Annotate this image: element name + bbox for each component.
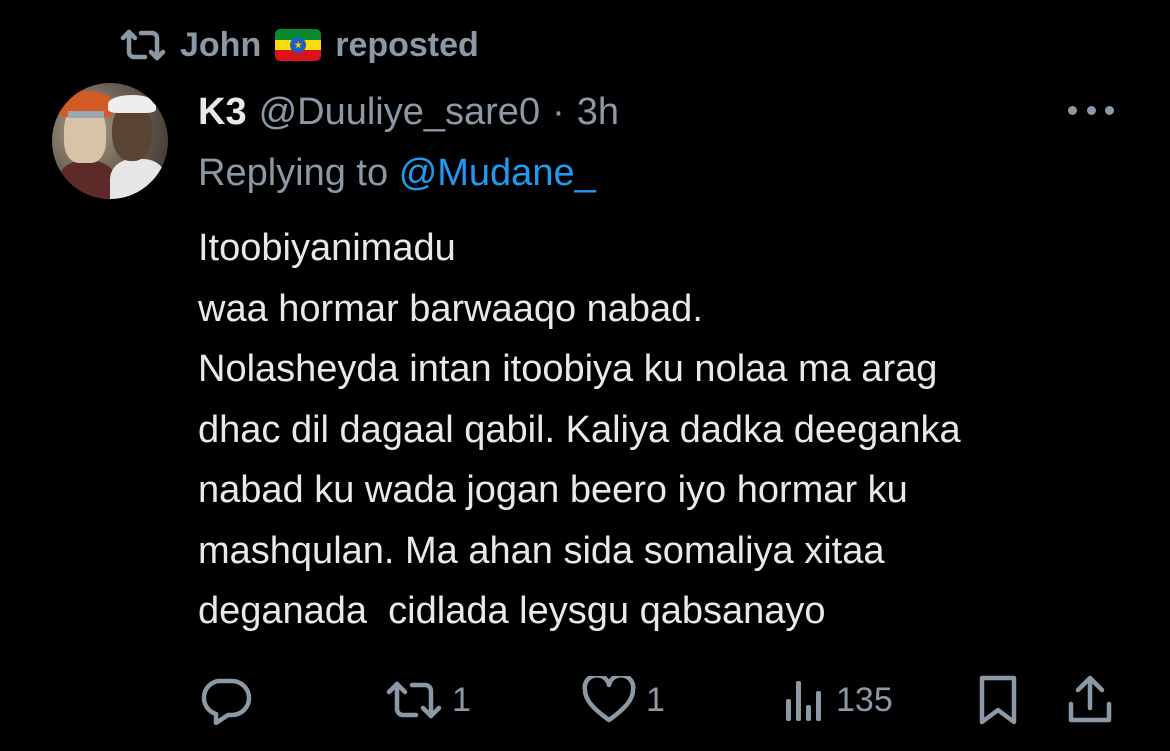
repost-label: reposted — [335, 25, 479, 64]
author-handle[interactable]: @Duuliye_sare0 — [259, 91, 541, 134]
share-icon — [1068, 675, 1112, 723]
repost-user-name[interactable]: John — [180, 26, 261, 65]
reply-mention-link[interactable]: @Mudane_ — [399, 152, 596, 194]
tweet-text-line: mashqulan. Ma ahan sida somaliya xitaa — [198, 529, 885, 572]
tweet-timestamp[interactable]: 3h — [577, 91, 619, 134]
header-separator: · — [552, 90, 565, 133]
share-button[interactable] — [1066, 672, 1114, 728]
like-count: 1 — [646, 680, 665, 719]
repost-button[interactable]: 1 — [386, 672, 471, 728]
views-count: 135 — [836, 680, 893, 719]
tweet-text-line: waa hormar barwaaqo nabad. — [198, 287, 703, 330]
replying-to-prefix: Replying to — [198, 152, 389, 194]
tweet-text-line: dhac dil dagaal qabil. Kaliya dadka deeg… — [198, 408, 961, 451]
repost-count: 1 — [452, 680, 471, 719]
bookmark-button[interactable] — [976, 672, 1020, 728]
repost-icon — [386, 681, 442, 719]
tweet-text-line: Nolasheyda intan itoobiya ku nolaa ma ar… — [198, 348, 938, 390]
avatar[interactable] — [52, 83, 168, 199]
heart-icon — [582, 676, 636, 723]
tweet-text-line: Itoobiyanimadu — [198, 227, 456, 269]
reply-icon — [201, 678, 252, 725]
tweet-text-line: deganada cidlada leysgu qabsanayo — [198, 590, 826, 632]
like-button[interactable]: 1 — [582, 672, 665, 728]
repost-context[interactable]: John reposted — [120, 20, 479, 70]
replying-to: Replying to @Mudane_ — [198, 152, 596, 195]
views-icon — [786, 681, 821, 721]
author-display-name[interactable]: K3 — [198, 91, 247, 134]
views-button[interactable]: 135 — [782, 672, 893, 728]
tweet-text-line: nabad ku wada jogan beero iyo hormar ku — [198, 469, 908, 511]
more-options-icon[interactable] — [1068, 96, 1114, 124]
ethiopia-flag-icon — [275, 29, 322, 61]
tweet-text: Itoobiyanimadu waa hormar barwaaqo nabad… — [198, 218, 1138, 642]
repost-icon — [120, 29, 166, 61]
tweet-header: K3 @Duuliye_sare0 · 3h — [198, 88, 619, 136]
reply-button[interactable] — [198, 672, 254, 728]
bookmark-icon — [979, 675, 1017, 725]
action-bar: 1 1 135 — [196, 672, 1126, 728]
